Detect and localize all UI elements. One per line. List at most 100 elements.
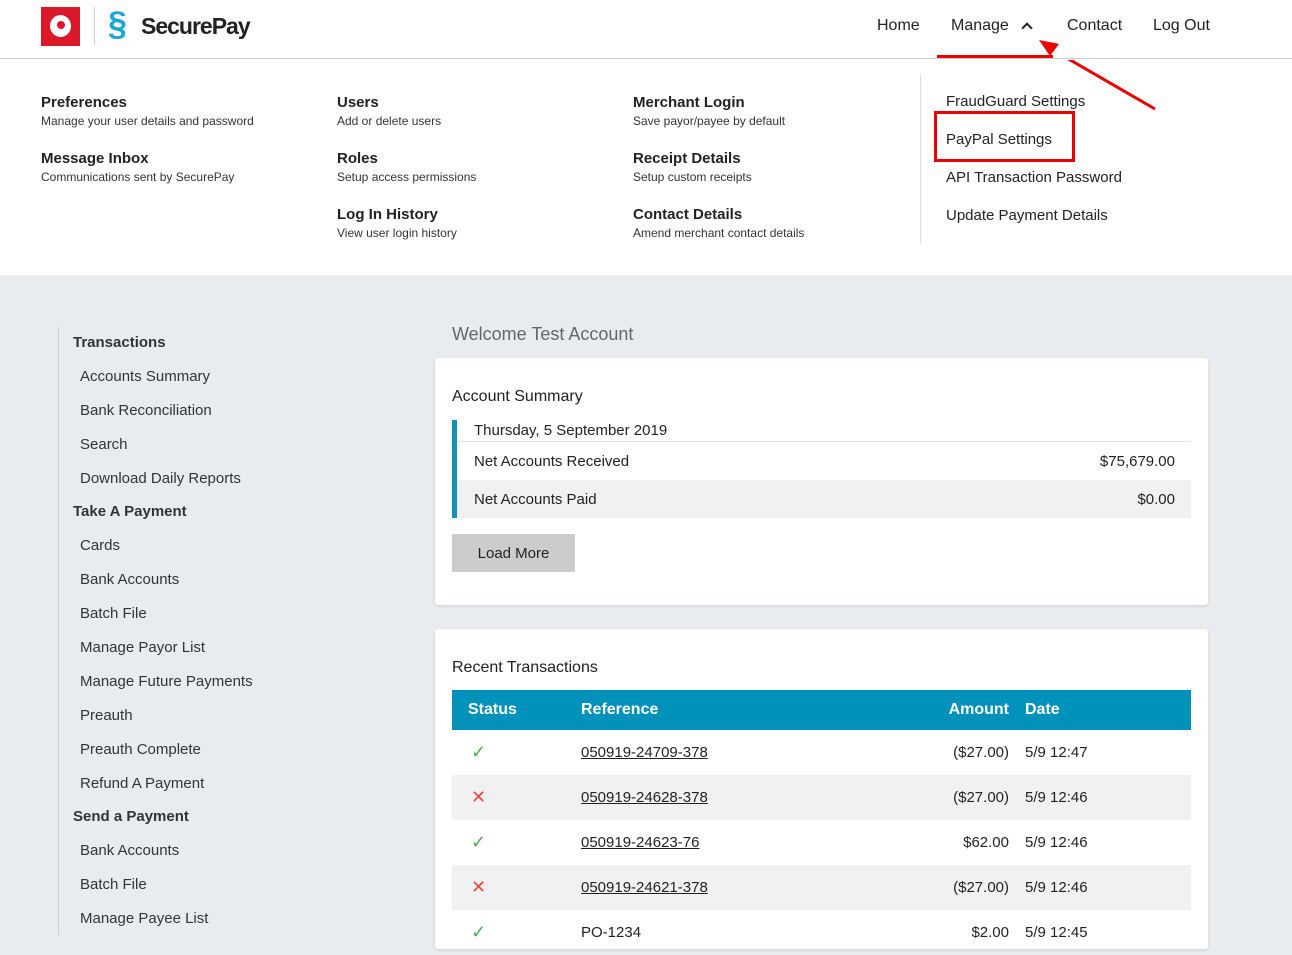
table-row: ✕ 050919-24628-378 ($27.00) 5/9 12:46 — [452, 775, 1191, 820]
menu-item-message-inbox[interactable]: Message Inbox Communications sent by Secu… — [41, 150, 234, 184]
menu-item-title: Message Inbox — [41, 150, 149, 167]
nav-manage-label: Manage — [951, 17, 1009, 34]
table-header: Status Reference Amount Date — [452, 690, 1191, 730]
reference-link[interactable]: 050919-24621-378 — [581, 879, 708, 896]
securepay-logo-text[interactable]: SecurePay — [141, 13, 251, 40]
sidebar-item[interactable]: Preauth — [80, 707, 133, 724]
menu-item-title: Roles — [337, 150, 378, 167]
account-summary-card: Account Summary Thursday, 5 September 20… — [435, 358, 1208, 605]
sidebar-item[interactable]: Batch File — [80, 605, 147, 622]
table-row: ✓ 050919-24709-378 ($27.00) 5/9 12:47 — [452, 730, 1191, 775]
sidebar-item[interactable]: Accounts Summary — [80, 368, 210, 385]
col-amount[interactable]: Amount — [921, 690, 1025, 730]
sidebar-item[interactable]: Batch File — [80, 876, 147, 893]
summary-date-text: Thursday, 5 September 2019 — [474, 422, 668, 439]
annotation-arrowhead-icon — [1039, 40, 1059, 56]
menu-item-preferences[interactable]: Preferences Manage your user details and … — [41, 94, 254, 128]
header: § SecurePay Home Manage Contact Log Out — [0, 0, 1292, 59]
sidebar-item[interactable]: Bank Reconciliation — [80, 402, 212, 419]
check-icon: ✓ — [471, 922, 487, 942]
nav-contact[interactable]: Contact — [1067, 17, 1122, 35]
reference-text: PO-1234 — [581, 924, 642, 941]
summary-value: $75,679.00 — [1099, 452, 1175, 470]
menu-item-title: Receipt Details — [633, 150, 741, 167]
menu-item-desc: Add or delete users — [337, 114, 442, 128]
menu-link-update-payment-details[interactable]: Update Payment Details — [946, 207, 1108, 224]
menu-item-title: Preferences — [41, 94, 127, 111]
check-icon: ✓ — [471, 832, 487, 852]
sidebar-border — [58, 327, 59, 935]
summary-value: $0.00 — [1137, 490, 1175, 508]
menu-divider — [920, 75, 921, 243]
table-row: ✓ PO-1234 $2.00 5/9 12:45 — [452, 910, 1191, 955]
cross-icon: ✕ — [471, 877, 487, 897]
annotation-arrow-icon — [1067, 60, 1156, 111]
nav-home[interactable]: Home — [877, 17, 920, 35]
amount-cell: $2.00 — [971, 924, 1009, 941]
menu-item-receipt-details[interactable]: Receipt Details Setup custom receipts — [633, 150, 752, 184]
sidebar-item[interactable]: Preauth Complete — [80, 741, 201, 758]
date-cell: 5/9 12:45 — [1025, 924, 1088, 941]
menu-item-title: Contact Details — [633, 206, 743, 223]
menu-item-title: Log In History — [337, 206, 438, 223]
summary-date: Thursday, 5 September 2019 — [457, 420, 1191, 442]
menu-item-desc: Amend merchant contact details — [633, 226, 805, 240]
summary-panel: Thursday, 5 September 2019 Net Accounts … — [452, 420, 1191, 518]
sidebar-item[interactable]: Bank Accounts — [80, 571, 179, 588]
load-more-button[interactable]: Load More — [452, 534, 575, 572]
cross-icon: ✕ — [471, 787, 487, 807]
australia-post-logo[interactable] — [41, 7, 80, 46]
amount-cell: ($27.00) — [921, 775, 1025, 820]
sidebar-section-heading[interactable]: Send a Payment — [73, 808, 189, 825]
menu-item-desc: Setup access permissions — [337, 170, 477, 184]
amount-cell: ($27.00) — [953, 744, 1009, 761]
date-cell: 5/9 12:47 — [1025, 744, 1088, 761]
date-cell: 5/9 12:46 — [1025, 775, 1191, 820]
sidebar-item[interactable]: Refund A Payment — [80, 775, 204, 792]
menu-item-title: Users — [337, 94, 379, 111]
reference-link[interactable]: 050919-24709-378 — [581, 744, 708, 761]
securepay-s-icon: § — [108, 5, 127, 43]
menu-item-desc: Manage your user details and password — [41, 114, 254, 128]
menu-link-api-transaction-password[interactable]: API Transaction Password — [946, 169, 1122, 186]
menu-item-roles[interactable]: Roles Setup access permissions — [337, 150, 476, 184]
nav-logout[interactable]: Log Out — [1153, 17, 1210, 35]
sidebar-item[interactable]: Bank Accounts — [80, 842, 179, 859]
summary-label: Net Accounts Paid — [474, 490, 597, 508]
recent-transactions-title: Recent Transactions — [452, 659, 598, 676]
menu-item-contact-details[interactable]: Contact Details Amend merchant contact de… — [633, 206, 804, 240]
sidebar-section-heading[interactable]: Transactions — [73, 334, 166, 351]
date-cell: 5/9 12:46 — [1025, 865, 1191, 910]
table-row: ✓ 050919-24623-76 $62.00 5/9 12:46 — [452, 820, 1191, 865]
sidebar-section-heading[interactable]: Take A Payment — [73, 503, 187, 520]
menu-item-desc: Communications sent by SecurePay — [41, 170, 235, 184]
menu-item-login-history[interactable]: Log In History View user login history — [337, 206, 457, 240]
table-row: ✕ 050919-24621-378 ($27.00) 5/9 12:46 — [452, 865, 1191, 910]
menu-item-desc: Save payor/payee by default — [633, 114, 786, 128]
summary-row-received: Net Accounts Received $75,679.00 — [457, 442, 1191, 480]
transactions-table: Status Reference Amount Date ✓ 050919-24… — [452, 690, 1191, 955]
check-icon: ✓ — [471, 742, 487, 762]
date-cell: 5/9 12:46 — [1025, 834, 1088, 851]
reference-link[interactable]: 050919-24628-378 — [581, 789, 708, 806]
nav-manage[interactable]: Manage — [951, 17, 1033, 35]
sidebar-item[interactable]: Manage Future Payments — [80, 673, 253, 690]
menu-item-merchant-login[interactable]: Merchant Login Save payor/payee by defaul… — [633, 94, 785, 128]
amount-cell: ($27.00) — [921, 865, 1025, 910]
sidebar-item[interactable]: Manage Payee List — [80, 910, 208, 927]
summary-row-paid: Net Accounts Paid $0.00 — [457, 480, 1191, 518]
col-reference[interactable]: Reference — [581, 690, 921, 730]
reference-link[interactable]: 050919-24623-76 — [581, 834, 699, 851]
sidebar-item[interactable]: Download Daily Reports — [80, 470, 241, 487]
sidebar-item[interactable]: Manage Payor List — [80, 639, 205, 656]
sidebar-item[interactable]: Cards — [80, 537, 120, 554]
menu-item-title: Merchant Login — [633, 94, 745, 111]
menu-item-users[interactable]: Users Add or delete users — [337, 94, 441, 128]
col-status[interactable]: Status — [452, 690, 581, 730]
amount-cell: $62.00 — [963, 834, 1009, 851]
recent-transactions-card: Recent Transactions Status Reference Amo… — [435, 629, 1208, 949]
menu-item-desc: View user login history — [337, 226, 457, 240]
sidebar-item[interactable]: Search — [80, 436, 128, 453]
col-date[interactable]: Date — [1025, 690, 1191, 730]
logo-divider — [94, 7, 95, 45]
